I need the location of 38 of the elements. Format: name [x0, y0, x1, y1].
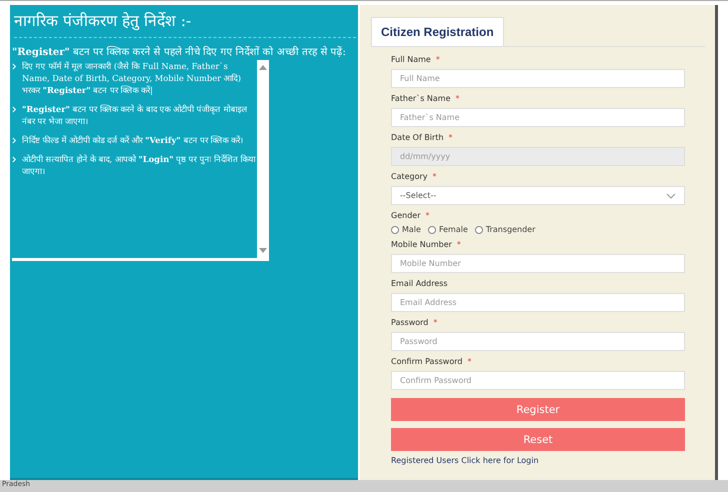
field-label: Full Name *	[391, 55, 440, 64]
instructions-title: नागरिक पंजीकरण हेतु निर्देश :-	[14, 9, 356, 38]
input-field[interactable]: Father`s Name	[391, 108, 685, 127]
input-field[interactable]: Mobile Number	[391, 254, 685, 273]
field-label: Confirm Password *	[391, 357, 472, 366]
input-field[interactable]: Email Address	[391, 293, 685, 312]
chevron-icon	[12, 63, 17, 70]
category-dropdown[interactable]: --Select--	[391, 186, 685, 205]
chevron-icon	[12, 156, 17, 164]
radio-circle-icon[interactable]	[474, 226, 483, 234]
input-field[interactable]: Confirm Password	[391, 371, 685, 390]
instruction-text: ओटीपी सत्यापित होने के बाद, आपको "Login" पृष्ठ पर पुनः निर्देशित किया जाएगा।	[22, 153, 257, 178]
login-link[interactable]: Registered Users Click here for Login	[391, 456, 539, 465]
radio-circle-icon[interactable]	[428, 226, 436, 234]
field-label: Gender *	[391, 211, 430, 220]
scroll-up-icon[interactable]	[259, 64, 267, 70]
instruction-text: निर्दिष्ट फील्ड में ओटीपी कोड दर्ज करें और "Verify" बटन पर क्लिक करें।	[22, 134, 244, 146]
gender-radio[interactable]: Transgender	[474, 225, 536, 234]
gender-radio[interactable]: Female	[428, 225, 468, 234]
chevron-down-icon	[666, 192, 676, 198]
field-label: Mobile Number *	[391, 240, 461, 249]
scroll-down-icon[interactable]	[259, 248, 267, 254]
radio-circle-icon[interactable]	[391, 226, 399, 234]
chevron-icon	[12, 106, 17, 114]
scrollbar[interactable]	[257, 60, 269, 258]
field-label: Email Address	[391, 279, 448, 288]
chevron-icon	[12, 137, 17, 144]
field-label: Father`s Name *	[391, 94, 460, 103]
input-field[interactable]: Full Name	[391, 69, 685, 88]
gender-radio[interactable]: Male	[391, 225, 421, 234]
instruction-text: दिए गए फॉर्म में मूल जानकारी (जैसे कि Full Name, Father`s Name, Date of Birth, Category, Mobile Number आदि) भरकर "Register" बटन पर क्लिक करें|	[22, 60, 242, 96]
citizen-registration-tab[interactable]: Citizen Registration	[371, 17, 504, 46]
field-label: Password *	[391, 318, 438, 327]
field-label: Category *	[391, 172, 437, 181]
field-label: Date Of Birth *	[391, 133, 453, 142]
instruction-text: "Register" बटन पर क्लिक करने के बाद एक ओटीपी पंजीकृत मोबाइल नंबर पर भेजा जाएगा।	[22, 103, 248, 128]
input-field[interactable]: Password	[391, 332, 685, 351]
instructions-intro: "Register" बटन पर क्लिक करने से पहले नीचे दिए गए निर्देशों को अच्छी तरह से पढ़ें:	[12, 45, 347, 58]
